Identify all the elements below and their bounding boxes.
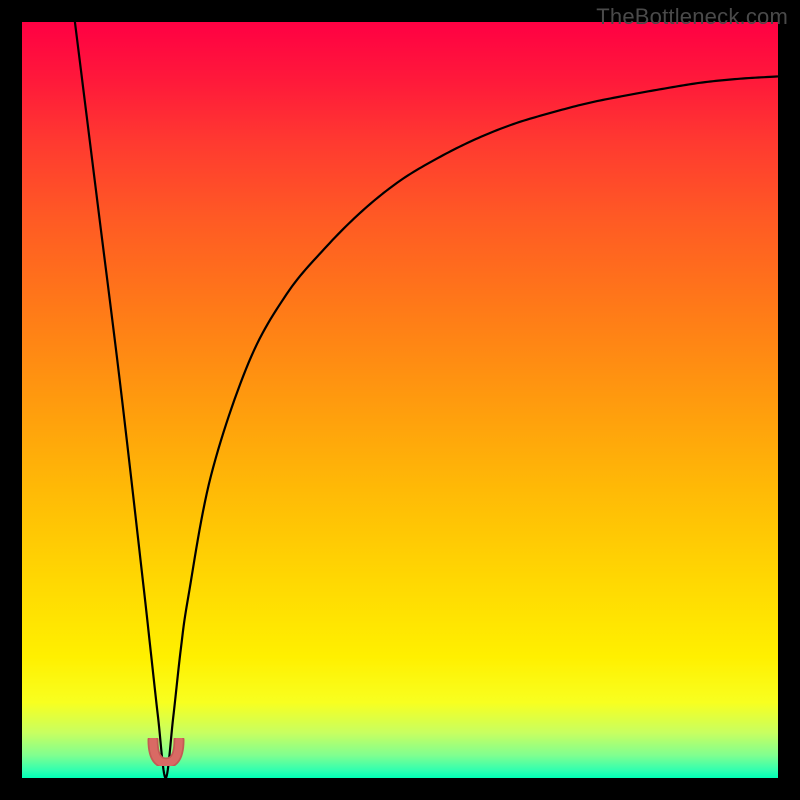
bottleneck-curve <box>22 22 778 778</box>
plot-area <box>22 22 778 778</box>
watermark-text: TheBottleneck.com <box>596 4 788 30</box>
optimum-marker <box>147 738 185 766</box>
chart-frame: TheBottleneck.com <box>0 0 800 800</box>
